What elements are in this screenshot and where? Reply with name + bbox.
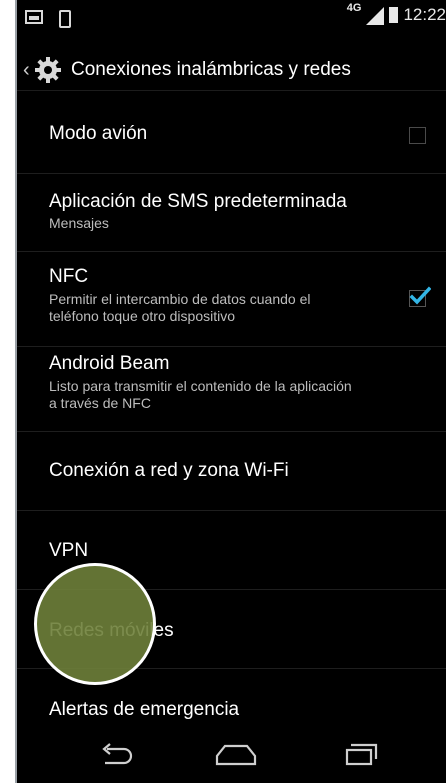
phone-screen: 4G 12:22 ‹ Conexiones inalámbricas y red… — [17, 0, 446, 783]
recents-icon[interactable] — [341, 742, 379, 773]
signal-icon — [366, 7, 385, 25]
touch-indicator — [34, 563, 156, 685]
checkmark-icon — [409, 286, 431, 305]
setting-summary: Mensajes — [49, 215, 109, 231]
phone-icon — [59, 10, 71, 28]
home-icon[interactable] — [213, 742, 259, 773]
setting-nfc[interactable]: NFC Permitir el intercambio de datos cua… — [17, 252, 446, 347]
clock: 12:22 — [403, 5, 446, 24]
navigation-bar — [17, 730, 446, 783]
action-bar: ‹ Conexiones inalámbricas y redes — [17, 50, 446, 91]
gallery-icon — [25, 10, 43, 24]
setting-title: Aplicación de SMS predeterminada — [49, 191, 347, 212]
battery-icon — [389, 7, 399, 23]
setting-airplane-mode[interactable]: Modo avión — [17, 96, 446, 174]
airplane-mode-checkbox[interactable] — [409, 127, 426, 144]
up-chevron-icon[interactable]: ‹ — [23, 59, 31, 82]
setting-title: VPN — [49, 540, 89, 561]
setting-default-sms-app[interactable]: Aplicación de SMS predeterminada Mensaje… — [17, 174, 446, 252]
back-icon[interactable] — [97, 742, 137, 773]
setting-tethering-hotspot[interactable]: Conexión a red y zona Wi-Fi — [17, 432, 446, 511]
setting-title: NFC — [49, 266, 89, 287]
nfc-checkbox[interactable] — [409, 286, 431, 307]
gear-icon[interactable] — [33, 55, 63, 85]
setting-summary: Permitir el intercambio de datos cuando … — [49, 291, 311, 324]
setting-title: Android Beam — [49, 353, 170, 374]
page-title: Conexiones inalámbricas y redes — [71, 59, 351, 80]
setting-android-beam[interactable]: Android Beam Listo para transmitir el co… — [17, 347, 446, 432]
setting-title: Conexión a red y zona Wi-Fi — [49, 460, 289, 481]
status-bar: 4G 12:22 — [17, 0, 446, 50]
setting-summary: Listo para transmitir el contenido de la… — [49, 378, 352, 411]
setting-title: Modo avión — [49, 123, 148, 144]
network-type: 4G — [346, 2, 362, 14]
